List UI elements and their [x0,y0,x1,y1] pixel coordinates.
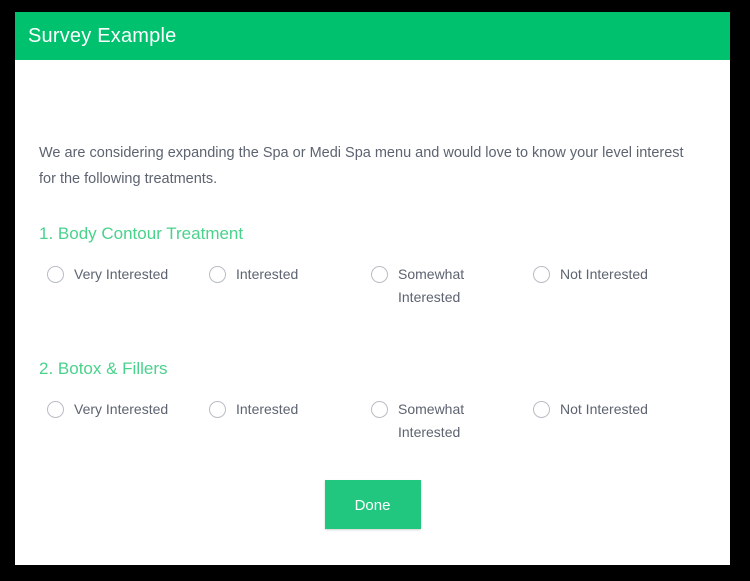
done-button[interactable]: Done [324,480,421,529]
survey-question-2: 2. Botox & Fillers Very Interested Inter… [39,358,704,456]
radio-icon[interactable] [209,266,226,283]
option-label: Somewhat Interested [398,266,465,305]
option-label: Interested [236,401,299,417]
question-2-option-somewhat-interested[interactable]: Somewhat Interested [371,398,521,444]
radio-icon[interactable] [47,266,64,283]
option-label: Not Interested [560,401,648,417]
radio-icon[interactable] [209,401,226,418]
radio-icon[interactable] [533,266,550,283]
question-1-option-somewhat-interested[interactable]: Somewhat Interested [371,263,521,309]
page-title: Survey Example [28,25,177,47]
option-label: Somewhat Interested [398,401,465,440]
radio-icon[interactable] [371,266,388,283]
survey-footer: Done [15,480,730,529]
option-label: Not Interested [560,266,648,282]
question-1-option-very-interested[interactable]: Very Interested [47,263,197,286]
question-1-option-not-interested[interactable]: Not Interested [533,263,683,286]
question-2-options: Very Interested Interested Somewhat Inte… [39,398,704,456]
survey-screen: Survey Example We are considering expand… [0,0,750,581]
question-2-option-interested[interactable]: Interested [209,398,359,421]
survey-question-1: 1. Body Contour Treatment Very Intereste… [39,223,704,321]
radio-icon[interactable] [371,401,388,418]
intro-text: We are considering expanding the Spa or … [39,145,684,187]
option-label: Very Interested [74,401,169,417]
question-1-option-interested[interactable]: Interested [209,263,359,286]
radio-icon[interactable] [533,401,550,418]
radio-icon[interactable] [47,401,64,418]
option-label: Interested [236,266,299,282]
survey-header: Survey Example [15,12,730,60]
question-2-option-very-interested[interactable]: Very Interested [47,398,197,421]
question-1-options: Very Interested Interested Somewhat Inte… [39,263,704,321]
survey-body: We are considering expanding the Spa or … [15,60,730,565]
survey-card: Survey Example We are considering expand… [15,12,730,565]
question-1-title: 1. Body Contour Treatment [39,224,244,243]
option-label: Very Interested [74,266,169,282]
question-2-title: 2. Botox & Fillers [39,359,168,378]
question-2-option-not-interested[interactable]: Not Interested [533,398,683,421]
